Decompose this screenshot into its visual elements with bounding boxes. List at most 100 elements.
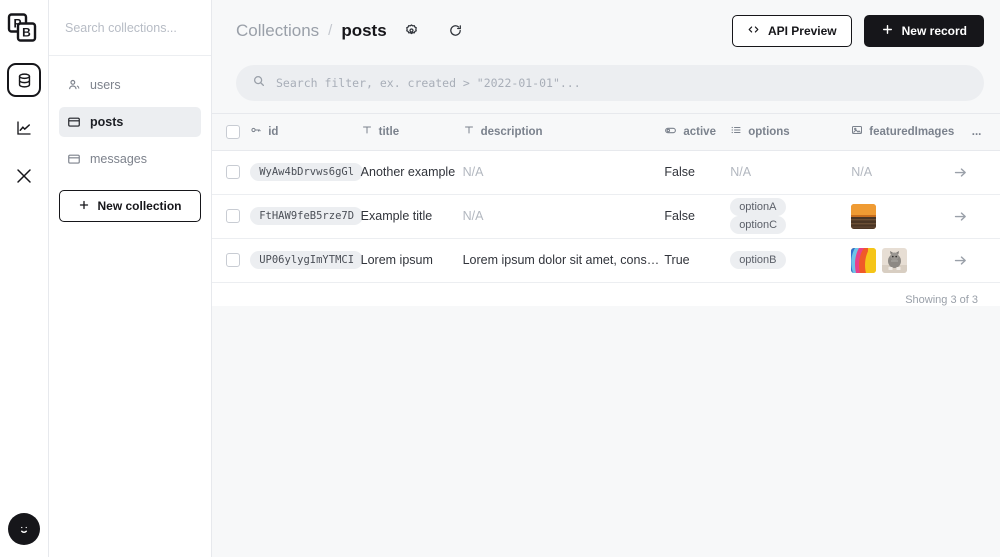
folder-icon bbox=[67, 115, 81, 129]
cell-description: Lorem ipsum dolor sit amet, consec… bbox=[463, 238, 665, 282]
key-icon bbox=[250, 124, 262, 139]
option-tag: optionB bbox=[730, 251, 785, 269]
sidebar-item-label: posts bbox=[90, 115, 123, 129]
rail-item-settings[interactable] bbox=[7, 159, 41, 193]
breadcrumb-separator: / bbox=[328, 22, 332, 39]
main-panel: Collections / posts bbox=[212, 0, 1000, 557]
ellipsis-icon: ... bbox=[972, 126, 982, 138]
row-checkbox[interactable] bbox=[226, 253, 240, 267]
page-title: posts bbox=[341, 21, 386, 41]
sidebar-item-messages[interactable]: messages bbox=[59, 144, 201, 174]
filter-area: Search filter, ex. created > "2022-01-01… bbox=[212, 61, 1000, 113]
row-checkbox[interactable] bbox=[226, 165, 240, 179]
api-preview-button[interactable]: API Preview bbox=[732, 15, 852, 47]
new-record-button[interactable]: New record bbox=[864, 15, 984, 47]
record-id: WyAw4bDrvws6gGl bbox=[250, 163, 363, 181]
record-id: FtHAW9feB5rze7D bbox=[250, 207, 363, 225]
refresh-icon[interactable] bbox=[448, 23, 463, 38]
cell-options: optionA optionC bbox=[730, 194, 851, 238]
column-header-title[interactable]: title bbox=[361, 114, 463, 150]
search-filter-placeholder: Search filter, ex. created > "2022-01-01… bbox=[276, 76, 581, 90]
text-icon bbox=[361, 124, 373, 139]
search-filter-input[interactable]: Search filter, ex. created > "2022-01-01… bbox=[236, 65, 984, 101]
column-header-active[interactable]: active bbox=[664, 114, 730, 150]
cell-active: True bbox=[664, 238, 730, 282]
gear-icon[interactable] bbox=[404, 23, 419, 38]
collections-list: users posts messages bbox=[49, 56, 211, 181]
code-icon bbox=[747, 23, 760, 39]
row-select-cell[interactable] bbox=[212, 150, 250, 194]
cell-title: Lorem ipsum bbox=[361, 238, 463, 282]
cell-featuredimages: N/A bbox=[851, 150, 953, 194]
cell-active: False bbox=[664, 194, 730, 238]
cell-id: FtHAW9feB5rze7D bbox=[250, 194, 360, 238]
cell-open-row[interactable] bbox=[953, 194, 1000, 238]
arrow-right-icon[interactable] bbox=[953, 165, 1000, 180]
column-label: description bbox=[481, 126, 543, 138]
column-options-menu[interactable]: ... bbox=[953, 114, 1000, 150]
app-rail: P B bbox=[0, 0, 49, 557]
column-label: title bbox=[379, 126, 399, 138]
cell-id: UP06ylygImYTMCI bbox=[250, 238, 360, 282]
table-row[interactable]: UP06ylygImYTMCI Lorem ipsum Lorem ipsum … bbox=[212, 238, 1000, 282]
cell-featuredimages bbox=[851, 238, 953, 282]
folder-icon bbox=[67, 152, 81, 166]
arrow-right-icon[interactable] bbox=[953, 253, 1000, 268]
user-avatar[interactable] bbox=[8, 513, 40, 545]
cell-open-row[interactable] bbox=[953, 238, 1000, 282]
arrow-right-icon[interactable] bbox=[953, 209, 1000, 224]
api-preview-label: API Preview bbox=[768, 24, 837, 38]
svg-text:B: B bbox=[22, 26, 31, 40]
users-icon bbox=[67, 78, 81, 92]
column-label: options bbox=[748, 126, 790, 138]
column-header-description[interactable]: description bbox=[463, 114, 665, 150]
select-all-checkbox[interactable] bbox=[226, 125, 240, 139]
options-empty: N/A bbox=[730, 165, 751, 179]
table-row[interactable]: WyAw4bDrvws6gGl Another example N/A Fals… bbox=[212, 150, 1000, 194]
cell-title: Example title bbox=[361, 194, 463, 238]
search-collections-input[interactable]: Search collections... bbox=[49, 0, 211, 56]
search-icon bbox=[252, 74, 266, 93]
option-tag: optionC bbox=[730, 216, 786, 234]
main-empty-space bbox=[212, 306, 1000, 557]
column-label: featuredImages bbox=[869, 126, 954, 138]
header-actions: API Preview New record bbox=[732, 15, 984, 47]
sidebar-item-users[interactable]: users bbox=[59, 70, 201, 100]
plus-icon bbox=[881, 23, 894, 39]
image-thumbnail[interactable] bbox=[851, 204, 876, 229]
new-collection-button[interactable]: New collection bbox=[59, 190, 201, 222]
text-icon bbox=[463, 124, 475, 139]
image-icon bbox=[851, 124, 863, 139]
collections-sidebar: Search collections... users bbox=[49, 0, 212, 557]
rail-item-collections[interactable] bbox=[7, 63, 41, 97]
cell-active: False bbox=[664, 150, 730, 194]
cell-title: Another example bbox=[361, 150, 463, 194]
table-header-row: id title bbox=[212, 114, 1000, 150]
records-count: Showing 3 of 3 bbox=[212, 283, 1000, 306]
rail-item-logs[interactable] bbox=[7, 111, 41, 145]
description-value: Lorem ipsum dolor sit amet, consec… bbox=[463, 253, 665, 267]
breadcrumb: Collections / posts bbox=[236, 21, 463, 41]
image-thumbnail[interactable] bbox=[851, 248, 876, 273]
toggle-icon bbox=[664, 124, 677, 140]
column-header-id[interactable]: id bbox=[250, 114, 360, 150]
table-row[interactable]: FtHAW9feB5rze7D Example title N/A False … bbox=[212, 194, 1000, 238]
images-empty: N/A bbox=[851, 165, 872, 179]
description-value: N/A bbox=[463, 165, 665, 179]
column-label: id bbox=[268, 126, 278, 138]
row-select-cell[interactable] bbox=[212, 194, 250, 238]
row-select-cell[interactable] bbox=[212, 238, 250, 282]
app-root: P B bbox=[0, 0, 1000, 557]
cell-id: WyAw4bDrvws6gGl bbox=[250, 150, 360, 194]
select-all-header[interactable] bbox=[212, 114, 250, 150]
image-thumbnail[interactable] bbox=[882, 248, 907, 273]
column-header-featuredimages[interactable]: featuredImages bbox=[851, 114, 953, 150]
cell-open-row[interactable] bbox=[953, 150, 1000, 194]
option-tag: optionA bbox=[730, 198, 785, 216]
row-checkbox[interactable] bbox=[226, 209, 240, 223]
sidebar-item-posts[interactable]: posts bbox=[59, 107, 201, 137]
column-header-options[interactable]: options bbox=[730, 114, 851, 150]
page-header: Collections / posts bbox=[212, 0, 1000, 61]
pocketbase-logo[interactable]: P B bbox=[7, 13, 41, 47]
breadcrumb-collections[interactable]: Collections bbox=[236, 21, 319, 41]
